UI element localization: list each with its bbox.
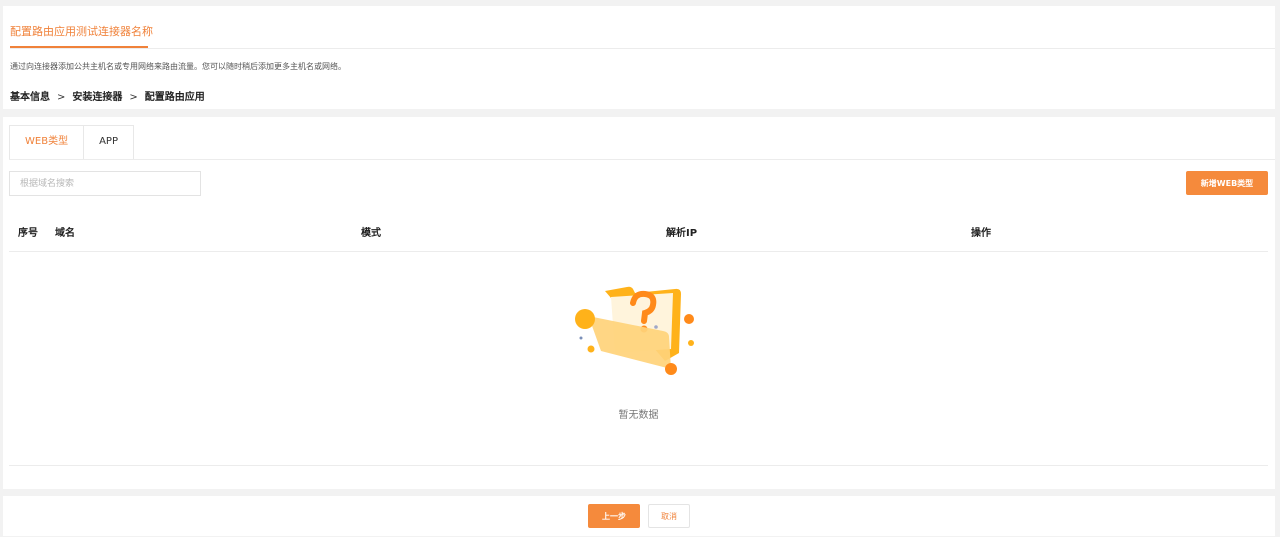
table-header: 序号 域名 模式 解析IP 操作 — [9, 214, 1268, 252]
footer-panel: 上一步 取消 — [3, 496, 1275, 536]
breadcrumb-step-install-connector: 安装连接器 — [72, 92, 123, 103]
tab-web-type[interactable]: WEB类型 — [9, 125, 85, 159]
type-tabs: WEB类型 APP — [9, 125, 134, 159]
previous-step-button[interactable]: 上一步 — [588, 504, 640, 528]
cancel-button[interactable]: 取消 — [648, 504, 690, 528]
tab-app[interactable]: APP — [84, 125, 134, 159]
column-header-actions: 操作 — [971, 228, 991, 239]
main-panel: WEB类型 APP 新增WEB类型 序号 域名 模式 解析IP 操作 — [3, 117, 1275, 489]
footer-actions: 上一步 取消 — [3, 504, 1275, 528]
column-header-domain: 域名 — [55, 228, 75, 239]
domain-search-input[interactable] — [9, 171, 201, 196]
header-panel: 配置路由应用测试连接器名称 通过向连接器添加公共主机名或专用网络来路由流量。您可… — [3, 6, 1275, 109]
breadcrumb-separator: > — [57, 92, 66, 103]
breadcrumb-separator: > — [129, 92, 138, 103]
breadcrumb: 基本信息 > 安装连接器 > 配置路由应用 — [10, 88, 205, 103]
empty-folder-icon — [575, 286, 694, 375]
tabs-divider — [9, 159, 1275, 160]
column-header-mode: 模式 — [361, 228, 381, 239]
breadcrumb-step-basic-info: 基本信息 — [10, 92, 50, 103]
column-header-index: 序号 — [18, 228, 38, 239]
empty-state-text: 暂无数据 — [618, 410, 659, 421]
breadcrumb-step-configure-routing: 配置路由应用 — [144, 92, 205, 103]
table-empty-state: 暂无数据 — [9, 253, 1268, 466]
title-divider — [10, 48, 1275, 49]
page-description: 通过向连接器添加公共主机名或专用网络来路由流量。您可以随时稍后添加更多主机名或网… — [10, 62, 346, 71]
column-header-resolved-ip: 解析IP — [666, 228, 698, 239]
add-web-type-button[interactable]: 新增WEB类型 — [1186, 171, 1268, 195]
page-title: 配置路由应用测试连接器名称 — [10, 25, 153, 38]
